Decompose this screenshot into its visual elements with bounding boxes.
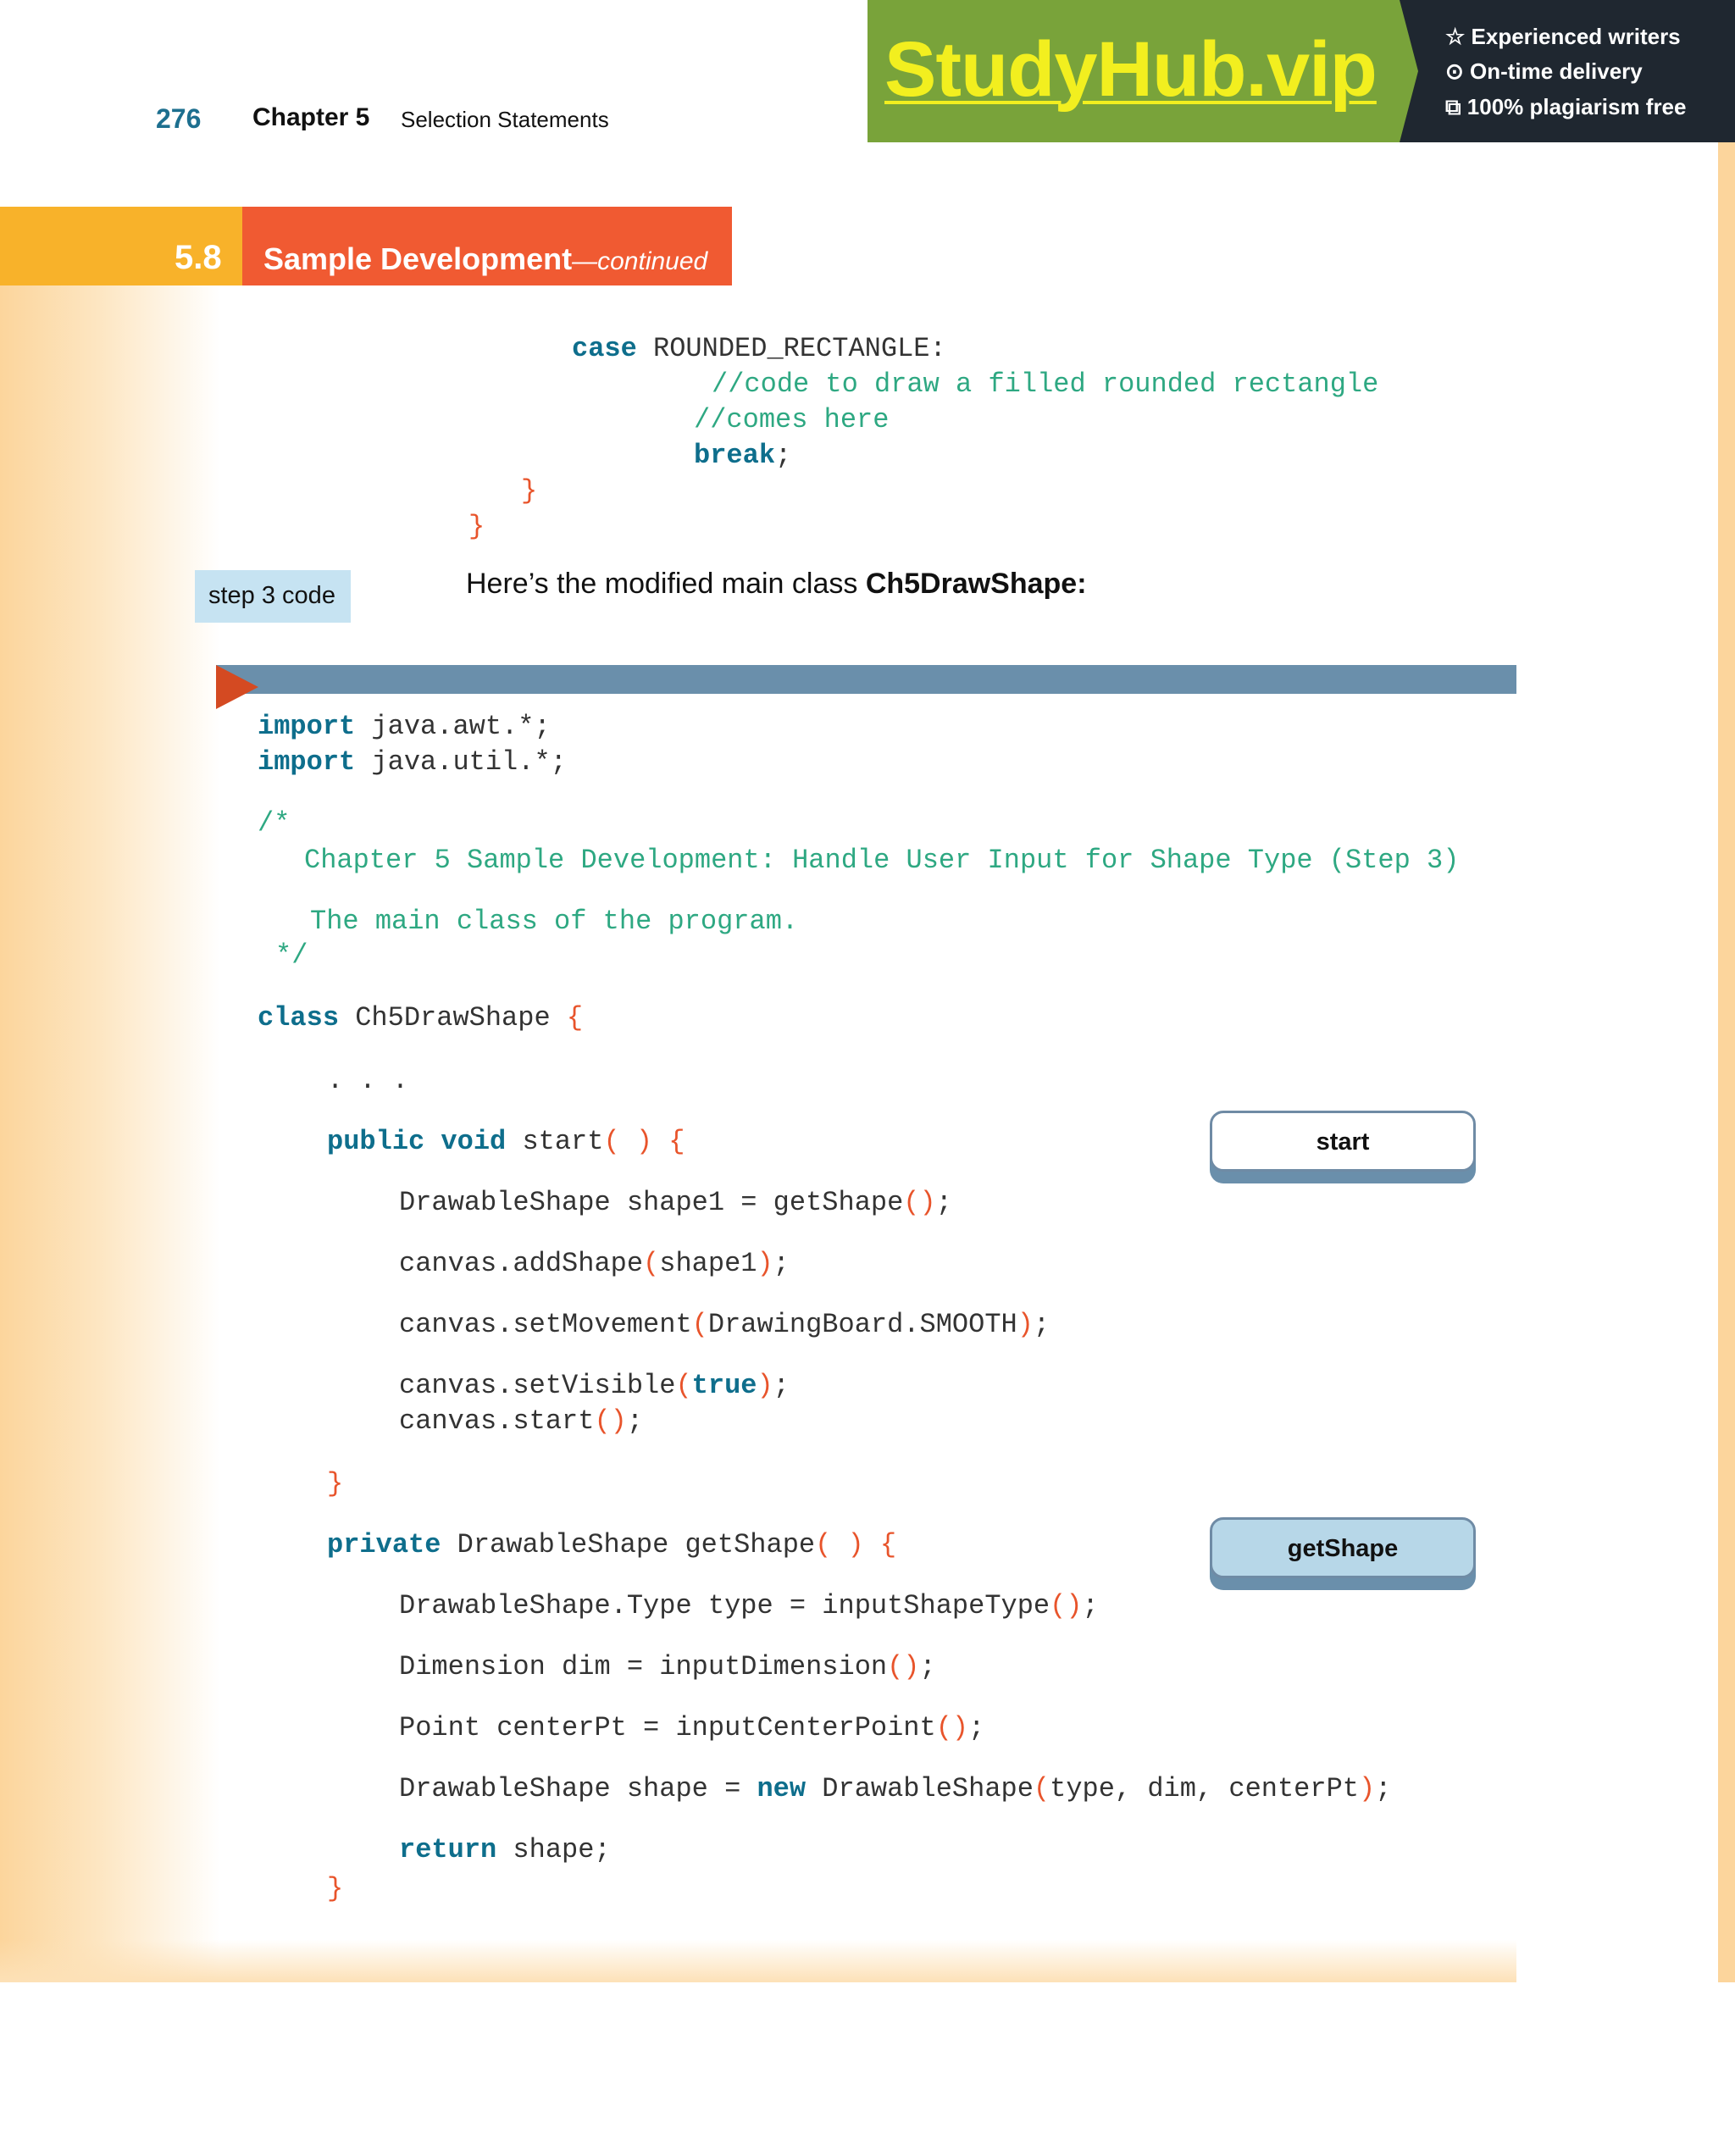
code-line: DrawableShape shape = new DrawableShape(… (399, 1773, 1392, 1804)
left-gradient-margin (0, 285, 220, 1982)
code-line-import: import java.awt.*; (258, 711, 551, 742)
ad-feature-writers: ☆ Experienced writers (1445, 24, 1681, 49)
code-line: canvas.start(); (399, 1405, 644, 1437)
ad-banner[interactable]: StudyHub.vip ☆ Experienced writers ⊙ On-… (868, 0, 1735, 142)
code-line-break: break; (694, 440, 792, 471)
section-title: Sample Development—continued (263, 241, 707, 277)
code-close-brace: } (521, 475, 538, 507)
code-line: Point centerPt = inputCenterPoint(); (399, 1712, 985, 1743)
intro-text: Here’s the modified main class Ch5DrawSh… (466, 568, 1087, 600)
ad-logo[interactable]: StudyHub.vip (884, 25, 1377, 114)
start-annotation: start (1210, 1111, 1476, 1172)
code-close-brace: } (327, 1873, 344, 1904)
code-comment-line: The main class of the program. (310, 906, 799, 937)
section-title-suffix: —continued (572, 247, 708, 275)
code-ellipsis: . . . (327, 1065, 409, 1096)
page-number: 276 (156, 103, 202, 134)
code-close-brace: } (468, 511, 485, 542)
step-label: step 3 code (195, 570, 351, 623)
code-line: Dimension dim = inputDimension(); (399, 1651, 936, 1682)
ad-feature-plagiarism: ⧉ 100% plagiarism free (1445, 94, 1687, 119)
code-line: canvas.setMovement(DrawingBoard.SMOOTH); (399, 1309, 1050, 1340)
code-line: canvas.setVisible(true); (399, 1370, 790, 1401)
code-comment-close: */ (275, 939, 308, 971)
code-line-case: case ROUNDED_RECTANGLE: (572, 333, 946, 364)
getshape-annotation: getShape (1210, 1517, 1476, 1578)
code-line-getshape-method: private DrawableShape getShape( ) { (327, 1529, 897, 1560)
code-line-class: class Ch5DrawShape { (258, 1002, 584, 1034)
section-title-text: Sample Development (263, 241, 573, 276)
code-comment-open: /* (258, 807, 291, 839)
code-line: canvas.addShape(shape1); (399, 1248, 790, 1279)
section-number: 5.8 (175, 239, 222, 276)
code-comment-line: //comes here (694, 404, 890, 435)
code-line-return: return shape; (399, 1834, 611, 1865)
ad-feature-delivery: ⊙ On-time delivery (1445, 58, 1643, 84)
play-triangle-icon (216, 665, 258, 709)
chapter-label: Chapter 5 (252, 103, 370, 131)
code-comment-line: //code to draw a filled rounded rectangl… (712, 369, 1379, 400)
code-line: DrawableShape shape1 = getShape(); (399, 1187, 952, 1218)
intro-class-name: Ch5DrawShape: (865, 568, 1087, 600)
code-line: DrawableShape.Type type = inputShapeType… (399, 1590, 1099, 1621)
code-comment-line: Chapter 5 Sample Development: Handle Use… (304, 845, 1460, 876)
bottom-gradient (0, 1940, 1516, 1982)
right-edge-stripe (1718, 142, 1735, 1982)
code-line-import: import java.util.*; (258, 746, 567, 778)
code-close-brace: } (327, 1468, 344, 1499)
code-box-header-bar (216, 665, 1516, 694)
chapter-title: Selection Statements (401, 107, 609, 132)
code-line-start-method: public void start( ) { (327, 1126, 685, 1157)
